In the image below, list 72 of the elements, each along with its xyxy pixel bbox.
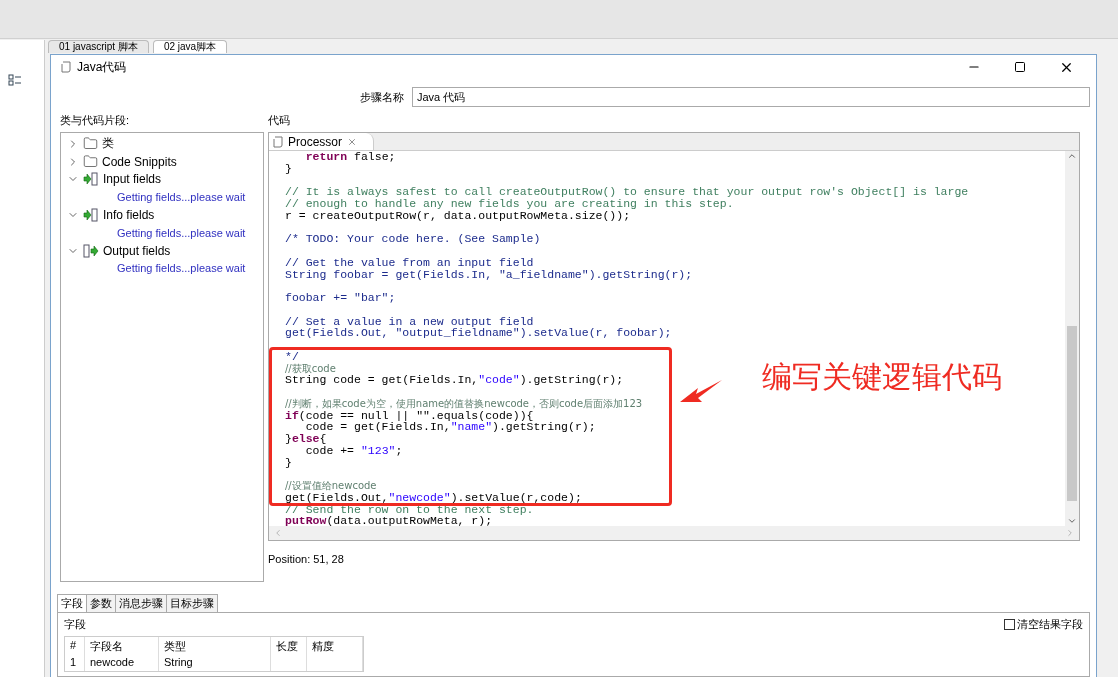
document-tab[interactable]: 01 javascript 脚本 bbox=[48, 40, 149, 53]
input-arrow-icon bbox=[83, 172, 99, 187]
column-header: 类型 bbox=[159, 637, 271, 654]
code-line: get(Fields.Out, "output_fieldname").setValue(r, foobar); bbox=[285, 326, 672, 340]
table-cell: 1 bbox=[65, 654, 85, 671]
close-icon[interactable] bbox=[347, 136, 358, 147]
scroll-down-icon[interactable] bbox=[1067, 516, 1077, 526]
panel-tab[interactable]: 参数 bbox=[86, 594, 116, 612]
column-header: 字段名 bbox=[85, 637, 159, 654]
fields-label: 字段 bbox=[64, 617, 86, 632]
column-header: 长度 bbox=[271, 637, 307, 654]
code-line: r = createOutputRow(r, data.outputRowMeta.size()); bbox=[285, 208, 631, 222]
code-line: if(code == null || "".equals(code)){ bbox=[285, 408, 534, 422]
scroll-right-icon[interactable] bbox=[1065, 528, 1075, 538]
code-line: } bbox=[285, 455, 292, 469]
code-line: String code = get(Fields.In,"code").getString(r); bbox=[285, 373, 624, 387]
tree-item[interactable]: 类 bbox=[102, 135, 114, 153]
tree-item[interactable]: Output fields bbox=[103, 243, 171, 258]
column-header: 精度 bbox=[307, 637, 363, 654]
folder-icon bbox=[83, 136, 98, 152]
document-tab[interactable]: 02 java脚本 bbox=[152, 40, 228, 53]
code-line: code = get(Fields.In,"name").getString(r); bbox=[305, 420, 596, 434]
editor-tab[interactable]: Processor bbox=[269, 133, 375, 150]
code-line: //获取code bbox=[285, 361, 336, 375]
code-line: } bbox=[285, 161, 292, 175]
code-line: // Set a value in a new output field bbox=[285, 314, 534, 328]
code-line: // Get the value from an input field bbox=[285, 255, 534, 269]
folder-icon bbox=[83, 154, 98, 170]
code-line: return false; bbox=[304, 151, 396, 163]
code-line: get(Fields.Out,"newcode").setValue(r,code); bbox=[285, 490, 582, 504]
table-cell: newcode bbox=[85, 654, 159, 671]
loading-message: Getting fields...please wait bbox=[117, 262, 246, 275]
step-name-label: 步骤名称 bbox=[360, 89, 404, 105]
tree-item[interactable]: Input fields bbox=[103, 172, 162, 187]
panel-tab[interactable]: 目标步骤 bbox=[166, 594, 218, 612]
window-title: Java代码 bbox=[77, 58, 128, 76]
loading-message: Getting fields...please wait bbox=[117, 226, 246, 239]
code-line: /* TODO: Your code here. (See Sample) bbox=[285, 232, 541, 246]
input-arrow-icon bbox=[83, 208, 99, 223]
tab-title: Processor bbox=[288, 134, 343, 149]
panel-tab[interactable]: 字段 bbox=[57, 594, 87, 612]
scroll-icon bbox=[273, 135, 283, 148]
code-line: //判断，如果code为空，使用name的值替换newcode，否则code后面添加123 bbox=[285, 396, 643, 410]
output-arrow-icon bbox=[83, 243, 99, 258]
maximize-icon bbox=[1014, 61, 1026, 73]
code-line: }else{ bbox=[285, 432, 327, 445]
panel-tab[interactable]: 消息步骤 bbox=[115, 594, 167, 612]
tree-item[interactable]: Info fields bbox=[103, 208, 155, 223]
clear-fields-checkbox[interactable]: 清空结果字段 bbox=[1004, 617, 1083, 632]
scroll-up-icon[interactable] bbox=[1067, 151, 1077, 161]
code-line: */ bbox=[285, 349, 299, 363]
code-line: //设置值给newcode bbox=[285, 479, 377, 492]
tree-label: 类与代码片段: bbox=[60, 113, 131, 128]
code-line: putRow(data.outputRowMeta, r); bbox=[285, 514, 493, 526]
scroll-left-icon[interactable] bbox=[273, 528, 283, 538]
vertical-scrollbar[interactable] bbox=[1065, 151, 1079, 526]
table-cell: String bbox=[159, 654, 271, 671]
loading-message: Getting fields...please wait bbox=[117, 191, 246, 204]
code-line: String foobar = get(Fields.In, "a_fieldname").getString(r); bbox=[285, 267, 693, 281]
code-line: // enough to handle any new fields you are creating in this step. bbox=[285, 197, 734, 210]
code-label: 代码 bbox=[268, 113, 291, 128]
code-line: // It is always safest to call createOutputRow() to ensure that your output row's Object[] is large bbox=[285, 185, 969, 199]
list-icon[interactable] bbox=[8, 74, 22, 86]
tree-item[interactable]: Code Snippits bbox=[102, 154, 177, 169]
code-line: code += "123"; bbox=[304, 443, 403, 457]
code-line: foobar += "bar"; bbox=[285, 291, 396, 304]
column-header: # bbox=[65, 637, 85, 654]
cursor-position: Position: 51, 28 bbox=[268, 553, 345, 565]
annotation-text: 编写关键逻辑代码 bbox=[762, 358, 1002, 396]
horizontal-scrollbar[interactable] bbox=[269, 526, 1079, 540]
scroll-icon bbox=[61, 61, 71, 73]
step-name-field[interactable]: Java 代码 bbox=[412, 87, 1090, 107]
